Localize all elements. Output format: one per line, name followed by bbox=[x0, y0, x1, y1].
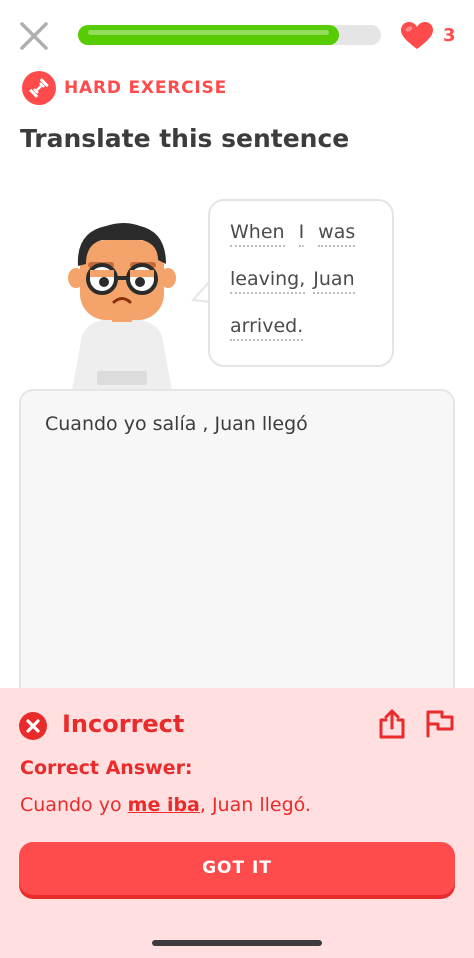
character-avatar bbox=[62, 218, 182, 390]
prompt-line-2: leaving, Juan bbox=[230, 268, 355, 294]
hint-word[interactable]: was bbox=[318, 221, 356, 247]
hint-word[interactable]: arrived. bbox=[230, 315, 304, 341]
speech-bubble: When Iwas leaving, Juan arrived. bbox=[208, 199, 394, 367]
got-it-button[interactable]: GOT IT bbox=[19, 842, 455, 895]
flag-icon[interactable] bbox=[424, 708, 456, 738]
page-title: Translate this sentence bbox=[20, 124, 350, 153]
prompt-line-1: When Iwas bbox=[230, 221, 356, 247]
answer-text: Cuando yo salía , Juan llegó bbox=[45, 413, 308, 435]
hint-word[interactable]: I bbox=[298, 221, 305, 247]
got-it-label: GOT IT bbox=[202, 858, 272, 878]
x-circle-icon bbox=[19, 712, 47, 740]
home-indicator bbox=[152, 940, 322, 946]
correct-answer-highlight: me iba bbox=[127, 794, 200, 816]
progress-fill bbox=[78, 25, 339, 45]
hint-word[interactable]: leaving, bbox=[230, 268, 306, 294]
correct-answer-label: Correct Answer: bbox=[20, 757, 193, 779]
answer-input[interactable]: Cuando yo salía , Juan llegó bbox=[19, 389, 455, 719]
dumbbell-icon bbox=[22, 71, 56, 105]
difficulty-label: HARD EXERCISE bbox=[64, 78, 227, 98]
progress-shine bbox=[88, 30, 329, 35]
close-icon[interactable] bbox=[16, 18, 52, 54]
hint-word[interactable]: When bbox=[230, 221, 285, 247]
correct-answer-prefix: Cuando yo bbox=[20, 794, 128, 816]
hint-word[interactable]: Juan bbox=[313, 268, 355, 294]
progress-bar bbox=[78, 25, 381, 45]
correct-answer-suffix: , Juan llegó. bbox=[199, 794, 311, 816]
heart-icon bbox=[400, 21, 434, 51]
feedback-status: Incorrect bbox=[62, 710, 185, 738]
hearts-counter[interactable]: 3 bbox=[400, 19, 466, 53]
prompt-line-3: arrived. bbox=[230, 315, 304, 341]
correct-answer-text: Cuando yo me iba, Juan llegó. bbox=[20, 794, 311, 816]
hearts-count: 3 bbox=[443, 25, 456, 46]
share-icon[interactable] bbox=[377, 708, 407, 740]
feedback-panel: Incorrect Correct Answer: Cuando yo me i… bbox=[0, 688, 474, 958]
top-bar: 3 bbox=[0, 0, 474, 70]
